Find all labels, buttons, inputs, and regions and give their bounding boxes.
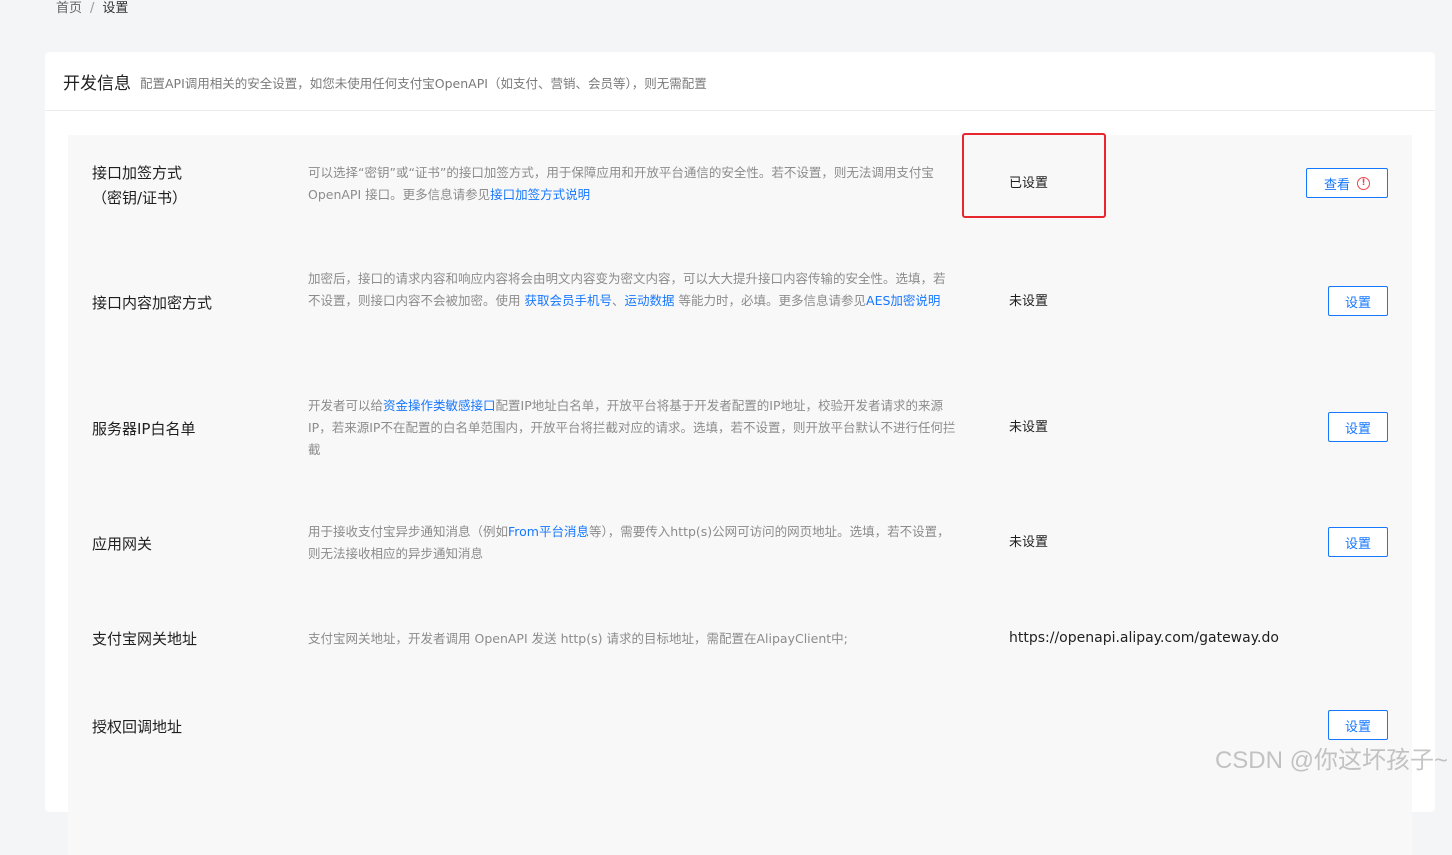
row-title: 接口内容加密方式 <box>92 291 282 316</box>
breadcrumb-current: 设置 <box>102 1 128 16</box>
sensitive-api-link[interactable]: 资金操作类敏感接口 <box>383 398 496 413</box>
section-description: 配置API调用相关的安全设置，如您未使用任何支付宝OpenAPI（如支付、营销、… <box>140 73 707 92</box>
row-description: 用于接收支付宝异步通知消息（例如From平台消息等），需要传入http(s)公网… <box>308 521 956 565</box>
row-description: 可以选择“密钥”或“证书”的接口加签方式，用于保障应用和开放平台通信的安全性。若… <box>308 162 956 206</box>
row-title: 接口加签方式 （密钥/证书） <box>92 161 282 211</box>
watermark: CSDN @你这坏孩子~ <box>1215 740 1448 775</box>
view-button[interactable]: 查看 ! <box>1306 168 1388 198</box>
status-text: 未设置 <box>1009 292 1048 312</box>
sport-data-link[interactable]: 运动数据 <box>625 293 675 308</box>
row-description: 开发者可以给资金操作类敏感接口配置IP地址白名单，开放平台将基于开发者配置的IP… <box>308 395 956 461</box>
auth-callback-set-button[interactable]: 设置 <box>1328 710 1388 740</box>
settings-row-signing: 接口加签方式 （密钥/证书） 可以选择“密钥”或“证书”的接口加签方式，用于保障… <box>68 135 1412 255</box>
breadcrumb-home[interactable]: 首页 <box>56 1 82 16</box>
row-description: 加密后，接口的请求内容和响应内容将会由明文内容变为密文内容，可以大大提升接口内容… <box>308 268 956 312</box>
settings-row-alipay-gateway: 支付宝网关地址 支付宝网关地址，开发者调用 OpenAPI 发送 http(s)… <box>68 600 1412 680</box>
row-title: 服务器IP白名单 <box>92 417 282 442</box>
settings-row-auth-callback: 授权回调地址 设置 <box>68 680 1412 780</box>
breadcrumb: 首页 / 设置 <box>56 0 128 18</box>
settings-row-app-gateway: 应用网关 用于接收支付宝异步通知消息（例如From平台消息等），需要传入http… <box>68 500 1412 600</box>
app-gateway-set-button[interactable]: 设置 <box>1328 527 1388 557</box>
row-title: 应用网关 <box>92 532 282 557</box>
signing-docs-link[interactable]: 接口加签方式说明 <box>490 187 590 202</box>
settings-row-ip-whitelist: 服务器IP白名单 开发者可以给资金操作类敏感接口配置IP地址白名单，开放平台将基… <box>68 375 1412 500</box>
breadcrumb-separator: / <box>90 1 94 16</box>
encryption-set-button[interactable]: 设置 <box>1328 286 1388 316</box>
settings-panel: 接口加签方式 （密钥/证书） 可以选择“密钥”或“证书”的接口加签方式，用于保障… <box>68 135 1412 855</box>
row-title: 支付宝网关地址 <box>92 627 282 652</box>
ip-whitelist-set-button[interactable]: 设置 <box>1328 412 1388 442</box>
row-title: 授权回调地址 <box>92 715 282 740</box>
from-platform-message-link[interactable]: From平台消息 <box>508 524 589 539</box>
status-text: 未设置 <box>1009 533 1048 553</box>
view-button-label: 查看 <box>1324 174 1350 193</box>
member-phone-link[interactable]: 获取会员手机号 <box>524 293 612 308</box>
dev-info-card: 开发信息 配置API调用相关的安全设置，如您未使用任何支付宝OpenAPI（如支… <box>45 52 1435 812</box>
aes-docs-link[interactable]: AES加密说明 <box>866 293 940 308</box>
status-highlight-box <box>962 133 1106 218</box>
warning-circle-icon: ! <box>1357 177 1370 190</box>
gateway-url-value: https://openapi.alipay.com/gateway.do <box>1009 628 1279 648</box>
status-text: 未设置 <box>1009 418 1048 438</box>
section-title: 开发信息 <box>63 69 131 94</box>
row-description: 支付宝网关地址，开发者调用 OpenAPI 发送 http(s) 请求的目标地址… <box>308 628 956 650</box>
card-header: 开发信息 配置API调用相关的安全设置，如您未使用任何支付宝OpenAPI（如支… <box>45 52 1435 111</box>
settings-row-encryption: 接口内容加密方式 加密后，接口的请求内容和响应内容将会由明文内容变为密文内容，可… <box>68 255 1412 375</box>
